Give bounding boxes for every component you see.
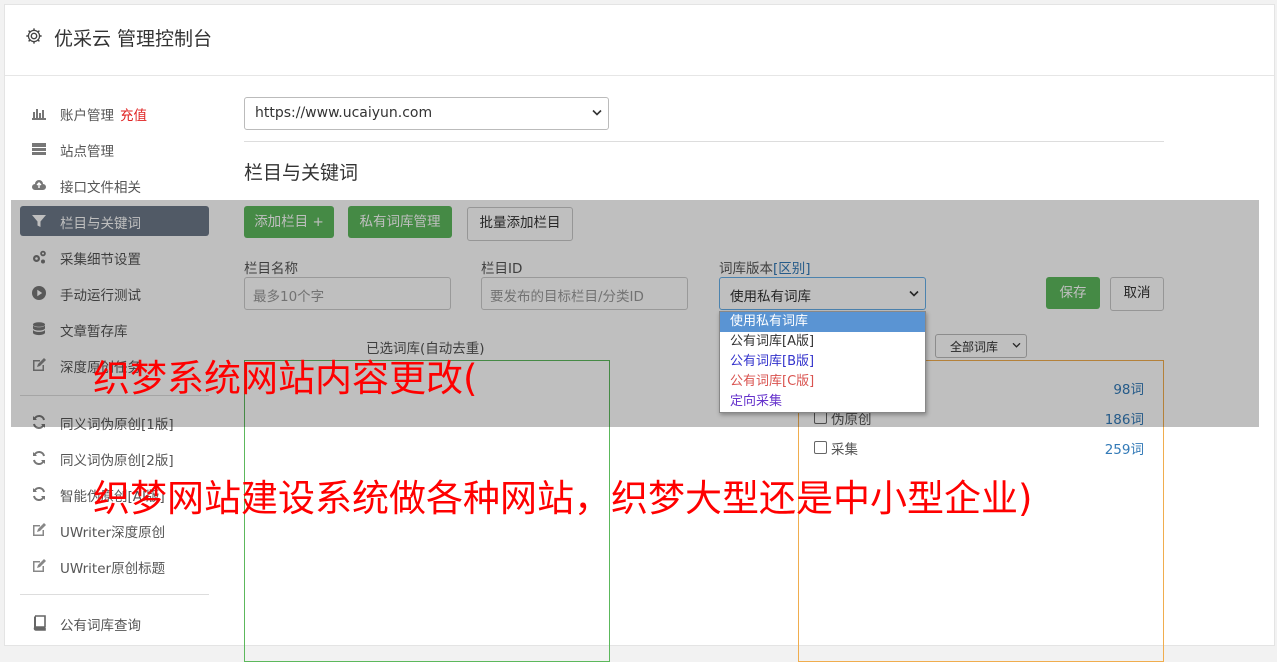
refresh-icon [33,486,45,502]
site-select-value: https://www.ucaiyun.com [255,105,433,121]
book-icon [33,615,46,631]
page-title: 栏目与关键词 [244,162,359,184]
sidebar-item-label: 账户管理 [60,108,114,124]
library-checkbox[interactable] [814,441,827,454]
chevron-down-icon [592,109,602,116]
sidebar-item-public-lib[interactable]: 公有词库查询 [20,608,209,638]
dropdown-option[interactable]: 公有词库[C版] [720,372,925,392]
header: 优采云 管理控制台 [5,5,1274,76]
sidebar-item-label: 公有词库查询 [60,618,141,634]
dropdown-option[interactable]: 公有词库[A版] [720,332,925,352]
watermark-line-1: 织梦系统网站内容更改( [93,357,478,400]
library-count: 259词 [1104,442,1144,458]
sidebar-item-interface[interactable]: 接口文件相关 [20,170,209,200]
edit-icon [33,559,46,572]
sidebar-item-label: 站点管理 [60,144,114,160]
refresh-icon [33,450,45,466]
list-item[interactable]: 采集 259词 [814,438,1144,458]
library-name: 采集 [831,442,858,458]
divider [244,141,1164,142]
sidebar-item-account[interactable]: 账户管理 充值 [20,98,209,128]
dropdown-option[interactable]: 使用私有词库 [720,312,925,332]
sidebar-item-label: UWriter原创标题 [60,561,166,577]
cloud-upload-icon [32,180,46,190]
gear-icon [26,28,42,44]
sidebar-item-uwriter-title[interactable]: UWriter原创标题 [20,551,209,581]
sidebar-item-label: 同义词伪原创[2版] [60,453,174,469]
app-title: 优采云 管理控制台 [54,28,213,50]
watermark-line-2: 织梦网站建设系统做各种网站，织梦大型还是中小型企业) [93,477,1033,520]
sidebar-divider [20,594,209,595]
server-icon [32,143,46,155]
dropdown-option[interactable]: 定向采集 [720,392,925,412]
sidebar-item-label: UWriter深度原创 [60,525,166,541]
sidebar-item-sites[interactable]: 站点管理 [20,134,209,164]
bar-chart-icon [32,109,46,120]
sidebar-item-label: 接口文件相关 [60,180,141,196]
site-select[interactable]: https://www.ucaiyun.com [244,97,609,130]
dropdown-option[interactable]: 公有词库[B版] [720,352,925,372]
edit-icon [33,523,46,536]
lib-version-dropdown[interactable]: 使用私有词库 公有词库[A版] 公有词库[B版] 公有词库[C版] 定向采集 [719,311,926,413]
recharge-link[interactable]: 充值 [120,108,147,124]
